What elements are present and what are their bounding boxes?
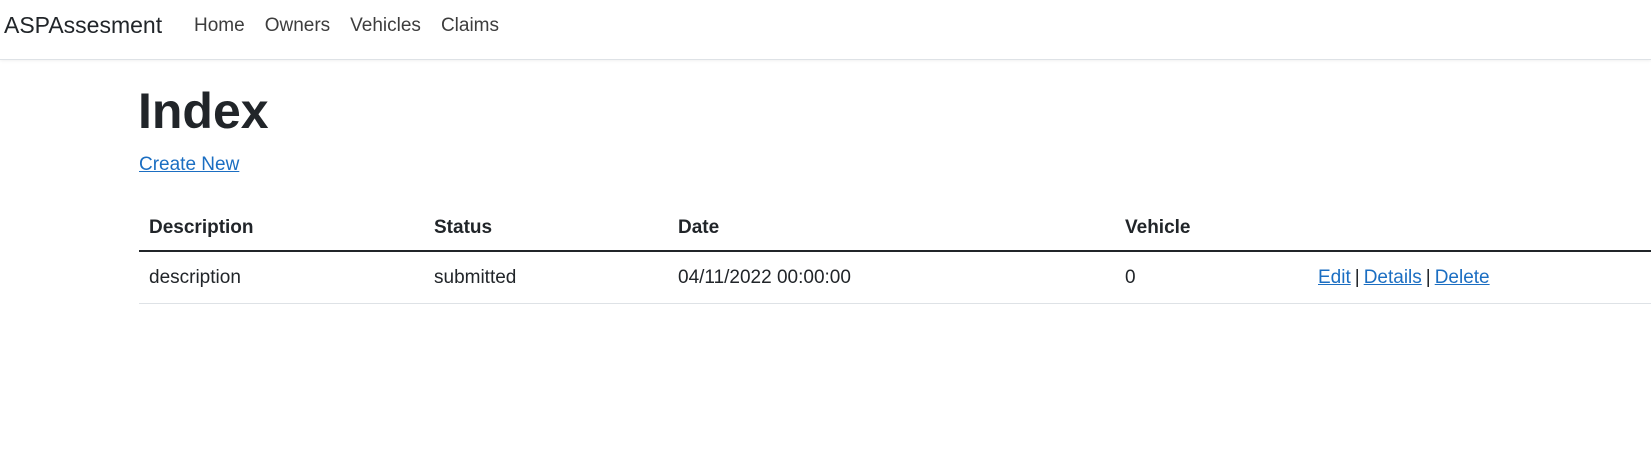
header-description: Description	[139, 205, 424, 252]
table-row: description submitted 04/11/2022 00:00:0…	[139, 251, 1651, 304]
action-separator: |	[1425, 266, 1431, 288]
nav-links: Home Owners Vehicles Claims	[194, 14, 519, 38]
cell-actions: Edit | Details | Delete	[1308, 251, 1651, 304]
nav-link-home[interactable]: Home	[194, 14, 245, 38]
delete-link[interactable]: Delete	[1435, 267, 1490, 288]
cell-date: 04/11/2022 00:00:00	[668, 251, 1115, 304]
cell-status: submitted	[424, 251, 668, 304]
nav-link-vehicles[interactable]: Vehicles	[350, 14, 421, 38]
page-title: Index	[138, 83, 269, 139]
nav-link-owners[interactable]: Owners	[265, 14, 330, 38]
header-date: Date	[668, 205, 1115, 252]
table-header-row: Description Status Date Vehicle	[139, 205, 1651, 252]
top-navbar: ASPAssesment Home Owners Vehicles Claims	[0, 0, 1651, 60]
header-status: Status	[424, 205, 668, 252]
details-link[interactable]: Details	[1364, 267, 1422, 288]
header-actions	[1308, 205, 1651, 252]
claims-table: Description Status Date Vehicle descript…	[139, 205, 1651, 304]
create-new-link[interactable]: Create New	[139, 153, 239, 177]
nav-link-claims[interactable]: Claims	[441, 14, 499, 38]
edit-link[interactable]: Edit	[1318, 267, 1351, 288]
cell-description: description	[139, 251, 424, 304]
action-separator: |	[1354, 266, 1360, 288]
header-vehicle: Vehicle	[1115, 205, 1308, 252]
cell-vehicle: 0	[1115, 251, 1308, 304]
brand-link[interactable]: ASPAssesment	[4, 11, 162, 39]
